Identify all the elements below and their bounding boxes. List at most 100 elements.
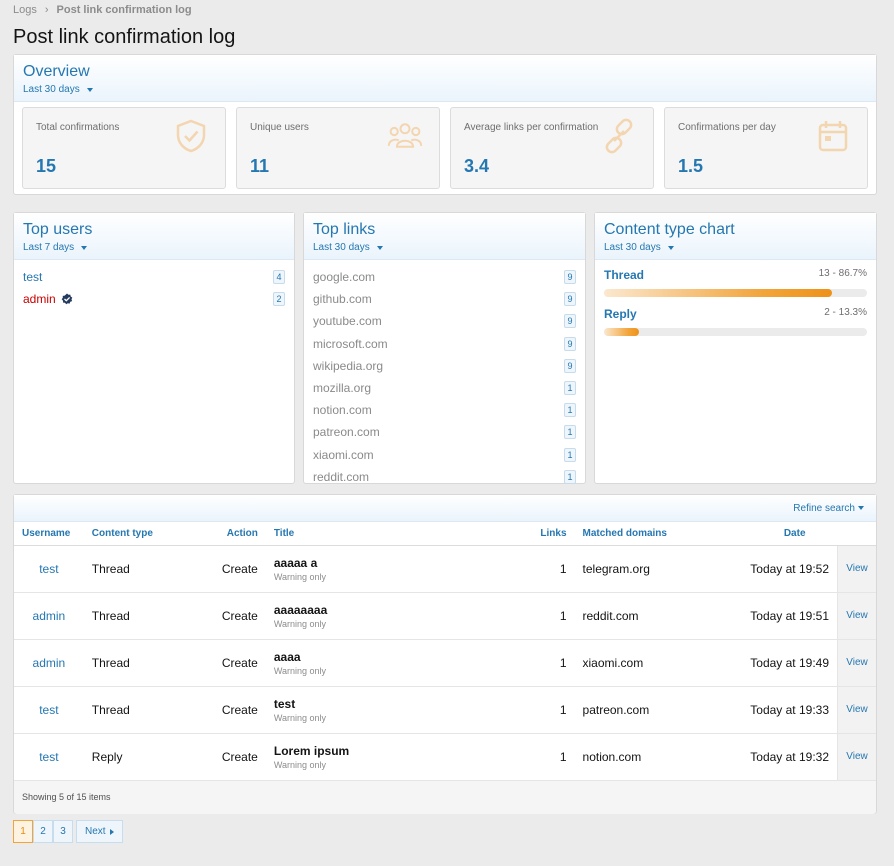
row-date: Today at 19:32 <box>736 733 838 781</box>
chevron-down-icon <box>376 245 383 250</box>
row-title: aaaaaaaa <box>273 602 328 617</box>
link-icon <box>605 118 633 154</box>
row-subtitle: Warning only <box>273 571 327 582</box>
list-item: microsoft.com 9 <box>313 333 576 355</box>
row-title: Lorem ipsum <box>273 743 350 758</box>
row-username[interactable]: test <box>14 733 84 781</box>
col-title[interactable]: Title <box>265 522 532 546</box>
table-row: admin Thread Create aaaa Warning only 1 x… <box>14 639 876 687</box>
content-type-value: 2 - 13.3% <box>824 307 867 318</box>
top-links-header: Top links Last 30 days <box>304 213 585 260</box>
table-row: admin Thread Create aaaaaaaa Warning only… <box>14 592 876 640</box>
col-content-type[interactable]: Content type <box>83 522 196 546</box>
stat-value: 3.4 <box>464 156 490 176</box>
log-table-block: Refine search Username Content type Acti… <box>13 494 877 814</box>
content-type-thread: Thread 13 - 86.7% <box>595 268 876 297</box>
count-badge: 1 <box>564 403 576 418</box>
col-username[interactable]: Username <box>14 522 84 546</box>
row-username[interactable]: admin <box>14 639 84 687</box>
row-date: Today at 19:52 <box>736 545 838 593</box>
row-action: Create <box>195 545 266 593</box>
view-button[interactable]: View <box>837 545 876 593</box>
verified-badge-icon <box>61 293 72 305</box>
row-date: Today at 19:33 <box>736 686 838 734</box>
link-domain: reddit.com <box>313 469 370 484</box>
row-username[interactable]: admin <box>14 592 84 640</box>
row-action: Create <box>195 639 266 687</box>
row-content-type: Thread <box>83 686 196 734</box>
row-action: Create <box>195 686 266 734</box>
count-badge: 4 <box>273 270 285 285</box>
row-domains: notion.com <box>574 733 737 781</box>
view-button[interactable]: View <box>837 592 876 640</box>
link-domain: wikipedia.org <box>313 358 384 373</box>
count-badge: 1 <box>564 447 576 462</box>
view-button[interactable]: View <box>837 686 876 734</box>
content-type-reply: Reply 2 - 13.3% <box>595 307 876 336</box>
link-domain: patreon.com <box>313 425 380 440</box>
view-button[interactable]: View <box>837 733 876 781</box>
list-item: patreon.com 1 <box>313 421 576 443</box>
content-type-period-dropdown[interactable]: Last 30 days <box>604 242 867 253</box>
top-links-period-dropdown[interactable]: Last 30 days <box>313 242 576 253</box>
link-domain: microsoft.com <box>313 336 388 351</box>
top-users-block: Top users Last 7 days test 4 admin 2 <box>13 212 295 484</box>
row-username[interactable]: test <box>14 545 84 593</box>
col-action[interactable]: Action <box>195 522 266 546</box>
breadcrumb-logs[interactable]: Logs <box>13 4 37 16</box>
count-badge: 1 <box>564 425 576 440</box>
table-footer: Showing 5 of 15 items <box>14 780 876 814</box>
page-3-button[interactable]: 3 <box>53 820 73 843</box>
stat-value: 15 <box>36 156 57 176</box>
col-matched-domains[interactable]: Matched domains <box>574 522 737 546</box>
col-links[interactable]: Links <box>531 522 575 546</box>
list-item: youtube.com 9 <box>313 310 576 332</box>
count-badge: 9 <box>564 358 576 373</box>
col-date[interactable]: Date <box>736 522 838 546</box>
row-username[interactable]: test <box>14 686 84 734</box>
row-date: Today at 19:49 <box>736 639 838 687</box>
chevron-right-icon: › <box>44 4 49 16</box>
stat-value: 11 <box>250 156 270 176</box>
refine-search-button[interactable]: Refine search <box>793 503 864 514</box>
page-1-button[interactable]: 1 <box>13 820 33 843</box>
table-row: test Thread Create aaaaa a Warning only 1… <box>14 545 876 593</box>
chevron-down-icon <box>858 506 864 510</box>
col-view <box>837 522 876 546</box>
list-item: test 4 <box>23 266 285 288</box>
page-2-button[interactable]: 2 <box>33 820 53 843</box>
next-page-button[interactable]: Next <box>76 820 123 843</box>
view-button[interactable]: View <box>837 639 876 687</box>
page-title: Post link confirmation log <box>13 26 236 48</box>
table-toolbar: Refine search <box>14 495 876 522</box>
top-links-block: Top links Last 30 days google.com 9 githu… <box>303 212 586 484</box>
row-title-cell: aaaaa a Warning only <box>265 545 532 593</box>
count-badge: 1 <box>564 381 576 396</box>
pagination: 1 2 3 Next <box>13 820 123 843</box>
overview-title: Overview <box>23 63 90 80</box>
row-subtitle: Warning only <box>273 712 327 723</box>
link-domain: mozilla.org <box>313 381 372 396</box>
list-item: xiaomi.com 1 <box>313 444 576 466</box>
user-name: admin <box>23 292 56 307</box>
overview-period-dropdown[interactable]: Last 30 days <box>23 84 867 95</box>
content-type-name: Thread <box>604 268 645 282</box>
table-row: test Reply Create Lorem ipsum Warning onl… <box>14 733 876 781</box>
user-link-admin[interactable]: admin <box>23 292 73 306</box>
user-link-test[interactable]: test <box>23 270 42 284</box>
top-users-period-dropdown[interactable]: Last 7 days <box>23 242 285 253</box>
top-users-header: Top users Last 7 days <box>14 213 294 260</box>
content-type-period-label: Last 30 days <box>604 242 661 253</box>
list-item: notion.com 1 <box>313 399 576 421</box>
link-domain: youtube.com <box>313 314 382 329</box>
row-domains: telegram.org <box>574 545 737 593</box>
breadcrumb: Logs › Post link confirmation log <box>13 0 877 18</box>
progress-fill <box>604 289 833 297</box>
users-icon <box>387 123 423 148</box>
content-type-header: Content type chart Last 30 days <box>595 213 876 260</box>
row-title: aaaa <box>273 649 301 664</box>
refine-search-label: Refine search <box>793 502 855 514</box>
list-item: mozilla.org 1 <box>313 377 576 399</box>
link-domain: xiaomi.com <box>313 447 374 462</box>
breadcrumb-current[interactable]: Post link confirmation log <box>57 4 192 16</box>
